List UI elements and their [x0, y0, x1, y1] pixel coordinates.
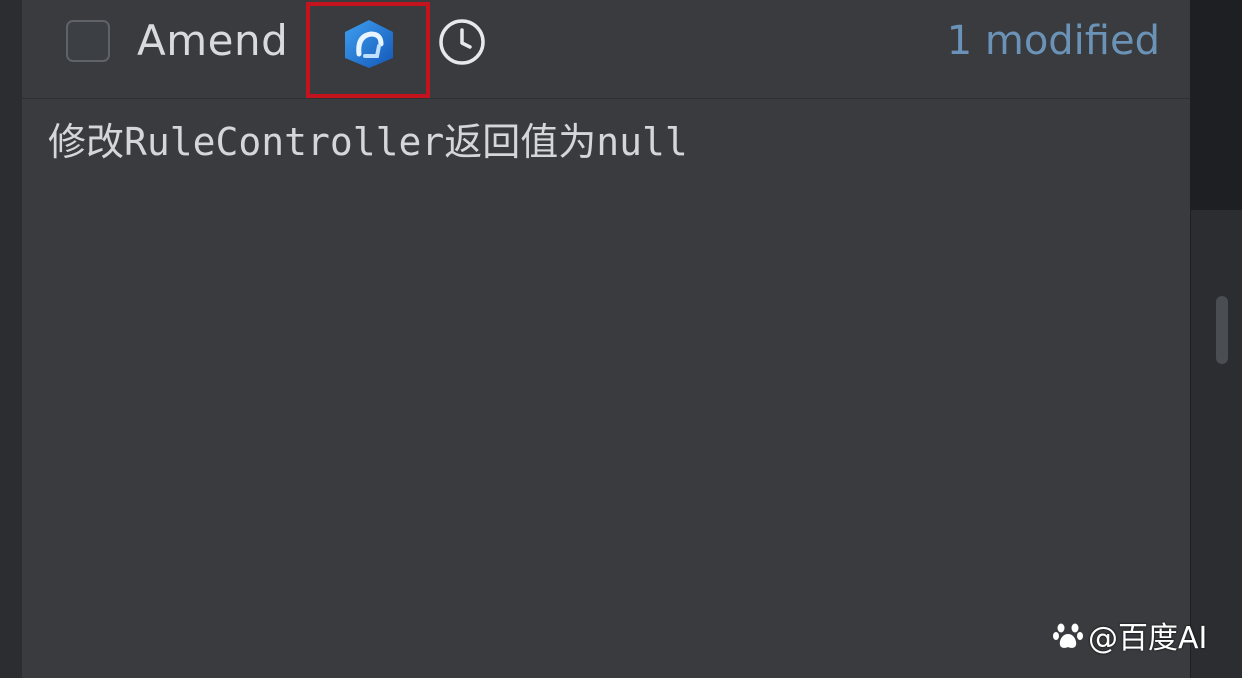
baidu-paw-logo: [1053, 623, 1083, 648]
watermark-text: @百度AI: [1088, 621, 1208, 656]
commit-panel: [22, 0, 1190, 678]
watermark: @百度AI: [1052, 614, 1207, 656]
amend-checkbox[interactable]: [66, 20, 110, 62]
gutter-dark-region: [1191, 0, 1242, 210]
ai-assistant-icon[interactable]: [341, 18, 397, 70]
modified-count-link[interactable]: 1 modified: [947, 14, 1160, 68]
amend-label: Amend: [137, 16, 289, 65]
clock-icon[interactable]: [437, 17, 487, 67]
vertical-scrollbar[interactable]: [1216, 296, 1228, 364]
commit-message-text[interactable]: 修改RuleController返回值为null: [48, 114, 688, 170]
left-panel-edge: [0, 0, 23, 678]
